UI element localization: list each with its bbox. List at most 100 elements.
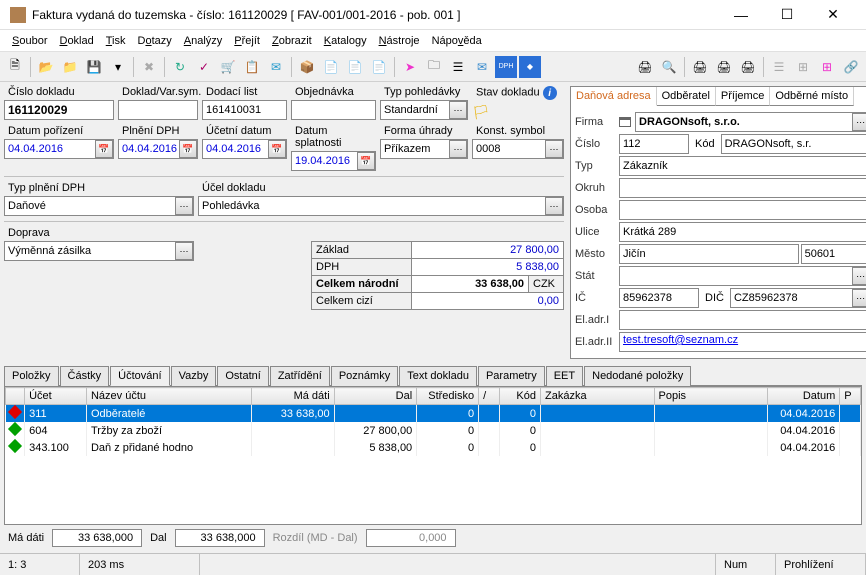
osoba-input[interactable] xyxy=(619,200,866,220)
lookup-icon[interactable]: ⋯ xyxy=(175,197,193,215)
cislo-input[interactable] xyxy=(619,134,689,154)
tab-vazby[interactable]: Vazby xyxy=(171,366,217,386)
mesto-input[interactable] xyxy=(619,244,799,264)
sms-icon[interactable]: ✉ xyxy=(265,56,287,78)
psc-input[interactable] xyxy=(801,244,866,264)
calendar-icon[interactable]: 📅 xyxy=(179,140,197,158)
typ-plneni-input[interactable]: Daňové⋯ xyxy=(4,196,194,216)
eladr1-input[interactable] xyxy=(619,310,866,330)
menu-katalogy[interactable]: Katalogy xyxy=(318,33,373,49)
objednavka-input[interactable] xyxy=(291,100,376,120)
table-row[interactable]: 343.100Daň z přidané hodno 5 838,00 00 0… xyxy=(6,439,861,456)
lookup-icon[interactable]: ⋯ xyxy=(545,140,563,158)
tab-parametry[interactable]: Parametry xyxy=(478,366,545,386)
ucetni-datum-input[interactable]: 04.04.2016📅 xyxy=(202,139,287,159)
save-icon[interactable]: 💾 xyxy=(83,56,105,78)
refresh-icon[interactable]: ↻ xyxy=(169,56,191,78)
calendar-icon[interactable]: 📅 xyxy=(357,152,375,170)
doprava-input[interactable]: Výměnná zásilka⋯ xyxy=(4,241,194,261)
tab-odberne-misto[interactable]: Odběrné místo xyxy=(770,87,854,106)
datum-porizeni-input[interactable]: 04.04.2016📅 xyxy=(4,139,114,159)
eladr2-input[interactable]: test.tresoft@seznam.cz xyxy=(619,332,866,352)
grid-icon[interactable]: ⊞ xyxy=(816,56,838,78)
datum-splatnosti-input[interactable]: 19.04.2016📅 xyxy=(291,151,376,171)
new-icon[interactable]: 🗎 xyxy=(4,56,26,78)
tab-nedodane[interactable]: Nedodané položky xyxy=(584,366,691,386)
eladr2-link[interactable]: test.tresoft@seznam.cz xyxy=(623,334,738,346)
stamp-icon[interactable]: ✓ xyxy=(193,56,215,78)
doc2-icon[interactable]: 📄 xyxy=(344,56,366,78)
close-button[interactable]: ✕ xyxy=(810,0,856,30)
table-row[interactable]: 604Tržby za zboží 27 800,00 00 04.04.201… xyxy=(6,422,861,439)
plneni-dph-input[interactable]: 04.04.2016📅 xyxy=(118,139,198,159)
lookup-icon[interactable]: ⋯ xyxy=(449,140,467,158)
calendar-icon[interactable]: 📅 xyxy=(268,140,286,158)
lookup-icon[interactable]: ⋯ xyxy=(545,197,563,215)
msg-icon[interactable]: ✉ xyxy=(471,56,493,78)
tab-ostatni[interactable]: Ostatní xyxy=(217,366,268,386)
tab-castky[interactable]: Částky xyxy=(60,366,110,386)
menu-napoveda[interactable]: Nápověda xyxy=(426,33,488,49)
menu-doklad[interactable]: Doklad xyxy=(53,33,99,49)
ic-input[interactable] xyxy=(619,288,699,308)
kod-input[interactable] xyxy=(721,134,866,154)
print2-icon[interactable]: 🖨 xyxy=(689,56,711,78)
menu-soubor[interactable]: Soubor xyxy=(6,33,53,49)
lookup-icon[interactable]: ⋯ xyxy=(852,113,866,131)
uctovani-grid[interactable]: ÚčetNázev účtuMá dátiDalStředisko/KódZak… xyxy=(4,386,862,525)
menu-zobrazit[interactable]: Zobrazit xyxy=(266,33,318,49)
doklad-vs-input[interactable] xyxy=(118,100,198,120)
marker-icon[interactable]: ➤ xyxy=(399,56,421,78)
badge-icon[interactable]: ◆ xyxy=(519,56,541,78)
print-icon[interactable]: 🖨 xyxy=(634,56,656,78)
tab-danova-adresa[interactable]: Daňová adresa xyxy=(571,87,657,106)
stat-input[interactable]: ⋯ xyxy=(619,266,866,286)
list-icon[interactable]: ☰ xyxy=(768,56,790,78)
maximize-button[interactable]: ☐ xyxy=(764,0,810,30)
info-icon[interactable]: i xyxy=(543,86,557,100)
folder-icon[interactable]: 🗀 xyxy=(423,56,445,78)
doc3-icon[interactable]: 📄 xyxy=(368,56,390,78)
tab-prijemce[interactable]: Příjemce xyxy=(716,87,770,106)
barcode-icon[interactable]: ☰ xyxy=(447,56,469,78)
konst-symbol-input[interactable]: 0008⋯ xyxy=(472,139,564,159)
menu-prejit[interactable]: Přejít xyxy=(228,33,266,49)
lookup-icon[interactable]: ⋯ xyxy=(852,267,866,285)
dropdown-icon[interactable]: ▾ xyxy=(107,56,129,78)
cart-icon[interactable]: 🛒 xyxy=(217,56,239,78)
dic-input[interactable]: CZ85962378⋯ xyxy=(730,288,866,308)
open2-icon[interactable]: 📁 xyxy=(59,56,81,78)
menu-nastroje[interactable]: Nástroje xyxy=(373,33,426,49)
tab-zatrideni[interactable]: Zatřídění xyxy=(270,366,330,386)
tab-eet[interactable]: EET xyxy=(546,366,583,386)
forma-uhrady-input[interactable]: Příkazem⋯ xyxy=(380,139,468,159)
menu-tisk[interactable]: Tisk xyxy=(100,33,132,49)
ulice-input[interactable] xyxy=(619,222,866,242)
cislo-dokladu-input[interactable] xyxy=(4,100,114,120)
minimize-button[interactable]: — xyxy=(718,0,764,30)
link-icon[interactable]: 🔗 xyxy=(840,56,862,78)
table-icon[interactable]: ⊞ xyxy=(792,56,814,78)
table-row[interactable]: 311Odběratelé 33 638,00 00 04.04.2016 xyxy=(6,405,861,423)
print3-icon[interactable]: 🖨 xyxy=(713,56,735,78)
lookup-icon[interactable]: ⋯ xyxy=(175,242,193,260)
dodaci-list-input[interactable] xyxy=(202,100,287,120)
preview-icon[interactable]: 🔍 xyxy=(658,56,680,78)
okruh-input[interactable] xyxy=(619,178,866,198)
dph-icon[interactable]: DPH xyxy=(495,56,517,78)
lookup-icon[interactable]: ⋯ xyxy=(449,101,467,119)
delete-icon[interactable]: ✖ xyxy=(138,56,160,78)
tab-text-dokladu[interactable]: Text dokladu xyxy=(399,366,477,386)
print4-icon[interactable]: 🖨 xyxy=(737,56,759,78)
doc1-icon[interactable]: 📄 xyxy=(320,56,342,78)
lookup-icon[interactable]: ⋯ xyxy=(852,289,866,307)
copy-icon[interactable]: 📋 xyxy=(241,56,263,78)
ucel-dokladu-input[interactable]: Pohledávka⋯ xyxy=(198,196,564,216)
tab-odberatel[interactable]: Odběratel xyxy=(657,87,716,106)
firma-input[interactable]: DRAGONsoft, s.r.o.⋯ xyxy=(635,112,866,132)
tab-poznamky[interactable]: Poznámky xyxy=(331,366,398,386)
open-icon[interactable]: 📂 xyxy=(35,56,57,78)
tab-polozky[interactable]: Položky xyxy=(4,366,59,386)
menu-analyzy[interactable]: Analýzy xyxy=(178,33,229,49)
typ-pohl-input[interactable]: Standardní⋯ xyxy=(380,100,468,120)
